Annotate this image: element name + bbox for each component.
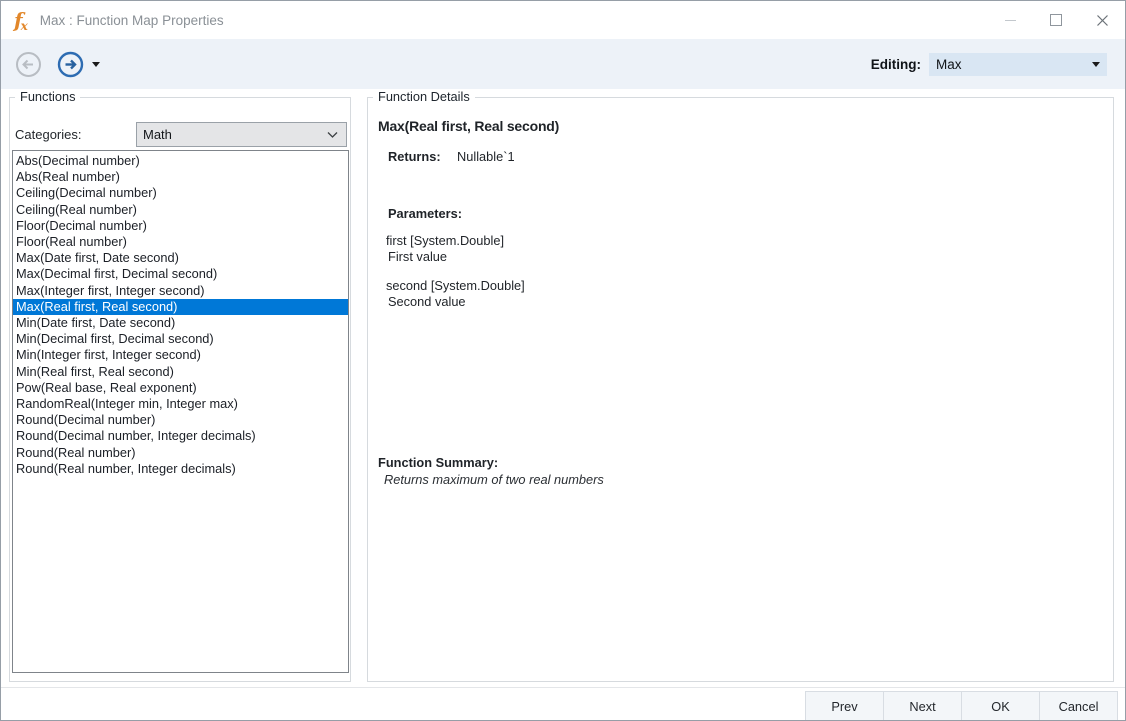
editing-dropdown[interactable]: Max (929, 53, 1107, 76)
function-list-item[interactable]: Round(Real number, Integer decimals) (13, 461, 348, 477)
editing-label: Editing: (871, 57, 921, 72)
returns-value: Nullable`1 (457, 149, 515, 164)
forward-button[interactable] (57, 51, 84, 78)
functions-groupbox: Functions Categories: Math Abs(Decimal n… (9, 97, 351, 682)
maximize-button[interactable] (1033, 1, 1079, 39)
function-list-item[interactable]: Pow(Real base, Real exponent) (13, 380, 348, 396)
minimize-button[interactable] (987, 1, 1033, 39)
minimize-icon (1005, 20, 1016, 21)
footer-button[interactable]: OK (961, 691, 1040, 721)
close-icon (1096, 14, 1109, 27)
function-signature: Max(Real first, Real second) (378, 118, 559, 134)
function-list-item[interactable]: Abs(Decimal number) (13, 153, 348, 169)
function-summary-label: Function Summary: (378, 455, 498, 470)
footer-button[interactable]: Cancel (1039, 691, 1118, 721)
back-button[interactable] (15, 51, 42, 78)
function-details-groupbox-title: Function Details (373, 89, 475, 104)
function-list-item[interactable]: Ceiling(Decimal number) (13, 185, 348, 201)
function-list-item[interactable]: Max(Decimal first, Decimal second) (13, 266, 348, 282)
chevron-down-icon (1092, 62, 1100, 67)
function-list-item[interactable]: RandomReal(Integer min, Integer max) (13, 396, 348, 412)
title-bar: fx Max : Function Map Properties (1, 1, 1125, 39)
function-list-item[interactable]: Ceiling(Real number) (13, 202, 348, 218)
parameter-description: Second value (388, 294, 466, 309)
functions-list[interactable]: Abs(Decimal number)Abs(Real number)Ceili… (12, 150, 349, 673)
editing-dropdown-value: Max (936, 57, 962, 72)
toolbar: Editing: Max (1, 39, 1125, 89)
categories-dropdown[interactable]: Math (136, 122, 347, 147)
function-list-item[interactable]: Round(Decimal number, Integer decimals) (13, 428, 348, 444)
parameter-description: First value (388, 249, 447, 264)
categories-label: Categories: (15, 127, 81, 142)
window-title: Max : Function Map Properties (40, 13, 224, 28)
function-list-item[interactable]: Min(Date first, Date second) (13, 315, 348, 331)
function-summary-text: Returns maximum of two real numbers (384, 472, 604, 487)
parameter-name: first [System.Double] (386, 233, 504, 248)
maximize-icon (1050, 14, 1062, 26)
function-list-item[interactable]: Abs(Real number) (13, 169, 348, 185)
function-list-item[interactable]: Floor(Real number) (13, 234, 348, 250)
function-list-item[interactable]: Min(Real first, Real second) (13, 364, 348, 380)
footer-button[interactable]: Next (883, 691, 962, 721)
chevron-down-icon (327, 131, 338, 139)
close-button[interactable] (1079, 1, 1125, 39)
function-details-groupbox: Function Details Max(Real first, Real se… (367, 97, 1114, 682)
window-controls (987, 1, 1125, 39)
function-list-item[interactable]: Max(Integer first, Integer second) (13, 283, 348, 299)
function-list-item[interactable]: Max(Real first, Real second) (13, 299, 348, 315)
forward-icon (57, 51, 84, 78)
footer-button[interactable]: Prev (805, 691, 884, 721)
function-list-item[interactable]: Round(Decimal number) (13, 412, 348, 428)
function-list-item[interactable]: Min(Integer first, Integer second) (13, 347, 348, 363)
functions-groupbox-title: Functions (15, 89, 80, 104)
function-map-properties-dialog: fx Max : Function Map Properties (0, 0, 1126, 721)
function-list-item[interactable]: Max(Date first, Date second) (13, 250, 348, 266)
function-list-item[interactable]: Floor(Decimal number) (13, 218, 348, 234)
footer: PrevNextOKCancel (1, 687, 1125, 720)
returns-label: Returns: (388, 149, 441, 164)
forward-dropdown-caret[interactable] (92, 62, 100, 67)
categories-dropdown-value: Math (143, 127, 172, 142)
function-list-item[interactable]: Min(Decimal first, Decimal second) (13, 331, 348, 347)
footer-buttons: PrevNextOKCancel (806, 691, 1118, 721)
fx-icon: fx (14, 8, 30, 32)
parameters-label: Parameters: (388, 206, 462, 221)
function-list-item[interactable]: Round(Real number) (13, 445, 348, 461)
back-icon (15, 51, 42, 78)
parameter-name: second [System.Double] (386, 278, 525, 293)
